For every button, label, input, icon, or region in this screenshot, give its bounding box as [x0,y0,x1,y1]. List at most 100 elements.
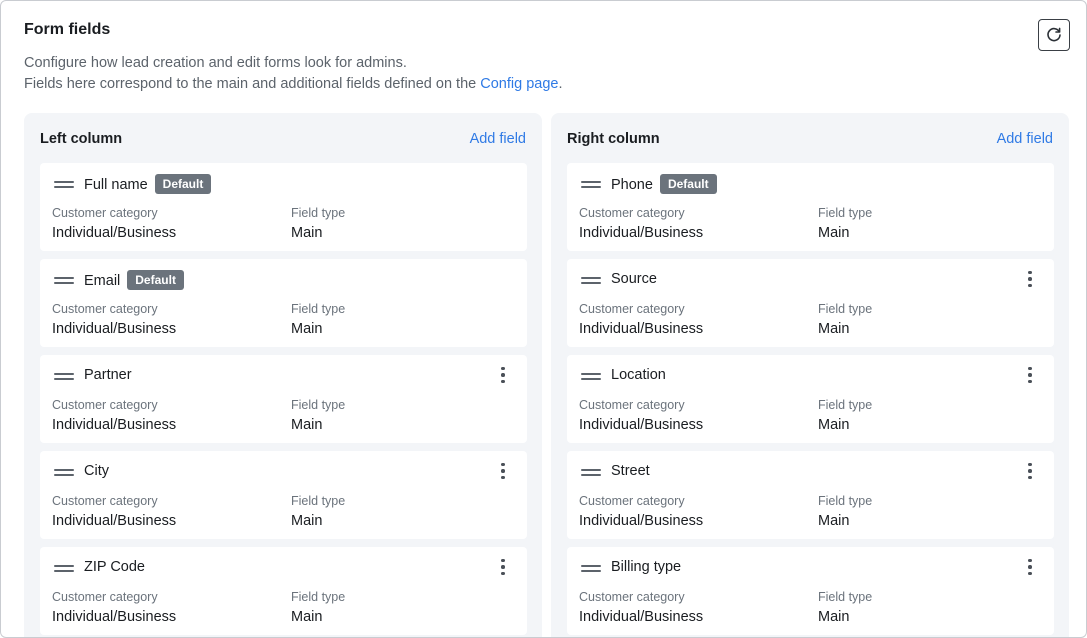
drag-handle-icon[interactable] [54,564,74,573]
customer-category-value: Individual/Business [52,321,177,337]
customer-category-label: Customer category [579,206,685,220]
field-name-label: Partner [84,367,132,383]
more-options-icon[interactable] [1022,365,1038,385]
customer-category-label: Customer category [52,206,158,220]
field-name-label: Email [84,273,121,289]
customer-category-value: Individual/Business [579,513,704,529]
field-type-label: Field type [291,302,346,316]
field-name: Phone Default [611,174,717,194]
field-name: Source [611,270,657,288]
field-name-label: Source [611,271,657,287]
field-type-label: Field type [818,398,873,412]
left-column-header: Left column Add field [40,131,526,151]
refresh-button[interactable] [1038,19,1070,51]
field-type-value: Main [291,417,323,433]
customer-category-value: Individual/Business [52,225,177,241]
field-name-label: Phone [611,177,653,193]
field-name: Email Default [84,270,184,290]
field-type-value: Main [291,513,323,529]
more-options-icon[interactable] [495,557,511,577]
customer-category-label: Customer category [579,494,685,508]
field-type-value: Main [291,225,323,241]
customer-category-label: Customer category [52,302,158,316]
field-type-value: Main [291,321,323,337]
page-description: Configure how lead creation and edit for… [24,53,562,95]
customer-category-label: Customer category [52,494,158,508]
customer-category-value: Individual/Business [579,321,704,337]
drag-handle-icon[interactable] [54,180,74,189]
field-card[interactable]: Location Customer category Field type Indiv… [567,355,1054,443]
right-column: Right column Add field Phone Default Custo… [551,113,1069,637]
field-name: Full name Default [84,174,212,194]
customer-category-label: Customer category [579,398,685,412]
customer-category-value: Individual/Business [52,513,177,529]
customer-category-label: Customer category [579,590,685,604]
field-name: Billing type [611,558,681,576]
customer-category-value: Individual/Business [52,609,177,625]
field-type-value: Main [818,609,850,625]
drag-handle-icon[interactable] [54,372,74,381]
customer-category-value: Individual/Business [579,609,704,625]
field-type-value: Main [291,609,323,625]
field-name-label: Street [611,463,650,479]
field-name: ZIP Code [84,558,145,576]
field-type-label: Field type [291,398,346,412]
more-options-icon[interactable] [495,461,511,481]
customer-category-value: Individual/Business [579,225,704,241]
default-badge: Default [154,174,212,194]
drag-handle-icon[interactable] [581,372,601,381]
field-type-value: Main [818,321,850,337]
field-card[interactable]: Phone Default Customer category Field type I… [567,163,1054,251]
field-name-label: Billing type [611,559,682,575]
field-type-label: Field type [818,302,873,316]
field-card[interactable]: Email Default Customer category Field type I… [40,259,527,347]
field-name: Partner [84,366,132,384]
customer-category-label: Customer category [579,302,685,316]
more-options-icon[interactable] [1022,269,1038,289]
more-options-icon[interactable] [1022,461,1038,481]
field-type-label: Field type [291,590,346,604]
drag-handle-icon[interactable] [581,564,601,573]
field-card[interactable]: Billing type Customer category Field type I… [567,547,1054,635]
description-line-2: Fields here correspond to the main and a… [24,74,562,95]
field-name-label: Location [611,367,666,383]
field-name: Location [611,366,666,384]
field-card[interactable]: Full name Default Customer category Field t… [40,163,527,251]
customer-category-value: Individual/Business [579,417,704,433]
field-type-label: Field type [818,590,873,604]
field-type-label: Field type [818,494,873,508]
left-add-field-link[interactable]: Add field [470,131,526,147]
field-name: City [84,462,109,480]
field-card[interactable]: Source Customer category Field type Individ… [567,259,1054,347]
customer-category-label: Customer category [52,398,158,412]
drag-handle-icon[interactable] [581,468,601,477]
more-options-icon[interactable] [1022,557,1038,577]
field-name-label: City [84,463,109,479]
customer-category-value: Individual/Business [52,417,177,433]
drag-handle-icon[interactable] [54,276,74,285]
description-period: . [558,76,563,92]
drag-handle-icon[interactable] [581,276,601,285]
right-add-field-link[interactable]: Add field [997,131,1053,147]
refresh-icon [1047,27,1061,42]
description-line-1: Configure how lead creation and edit for… [24,55,407,71]
right-column-title: Right column [567,131,660,147]
customer-category-label: Customer category [52,590,158,604]
form-fields-panel: Form fields Configure how lead creation … [0,0,1087,638]
default-badge: Default [127,270,184,290]
right-column-header: Right column Add field [567,131,1053,151]
field-card[interactable]: ZIP Code Customer category Field type Indiv… [40,547,527,635]
more-options-icon[interactable] [495,365,511,385]
field-type-label: Field type [291,494,346,508]
field-type-label: Field type [818,206,873,220]
left-column-title: Left column [40,131,123,147]
field-card[interactable]: Street Customer category Field type Individ… [567,451,1054,539]
field-type-label: Field type [291,206,346,220]
field-type-value: Main [818,513,850,529]
field-card[interactable]: City Customer category Field type Individua… [40,451,527,539]
drag-handle-icon[interactable] [581,180,601,189]
field-type-value: Main [818,225,850,241]
drag-handle-icon[interactable] [54,468,74,477]
config-page-link[interactable]: Config page [480,76,558,92]
field-card[interactable]: Partner Customer category Field type Indivi… [40,355,527,443]
